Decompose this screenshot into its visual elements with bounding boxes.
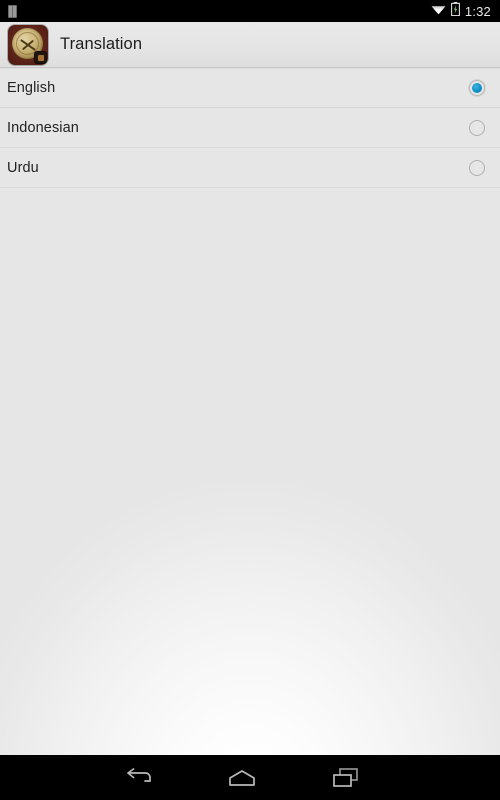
list-item-english[interactable]: English: [0, 68, 500, 108]
list-item-label: English: [7, 80, 56, 96]
home-icon: [227, 768, 257, 788]
wifi-icon: [431, 2, 446, 20]
action-bar: Translation: [0, 22, 500, 68]
navigation-bar: [0, 755, 500, 800]
battery-charging-icon: [450, 1, 460, 21]
phone-screen: 1:32 Translation English Indonesian Urdu: [0, 0, 500, 800]
app-logo-badge-icon: [34, 50, 47, 64]
page-title: Translation: [60, 35, 143, 53]
list-item-urdu[interactable]: Urdu: [0, 148, 500, 188]
status-bar: 1:32: [0, 0, 500, 22]
nav-spacer-left: [0, 755, 86, 800]
recents-button[interactable]: [294, 755, 398, 800]
home-button[interactable]: [190, 755, 294, 800]
status-bar-system-icons: 1:32: [431, 1, 500, 21]
back-button[interactable]: [86, 755, 190, 800]
list-item-label: Indonesian: [7, 119, 79, 136]
radio-unchecked-icon[interactable]: [469, 159, 485, 176]
list-item-indonesian[interactable]: Indonesian: [0, 108, 500, 148]
main-content: English Indonesian Urdu: [0, 68, 500, 755]
sim-card-icon: [8, 4, 17, 18]
translation-options-list: English Indonesian Urdu: [0, 68, 500, 188]
recent-apps-icon: [332, 767, 360, 789]
back-arrow-icon: [124, 767, 152, 788]
radio-checked-icon[interactable]: [469, 80, 485, 96]
app-logo-icon[interactable]: [8, 24, 48, 65]
nav-spacer-right: [398, 755, 500, 800]
status-bar-clock: 1:32: [464, 3, 491, 19]
list-item-label: Urdu: [7, 159, 39, 176]
status-bar-notifications: [0, 4, 431, 18]
radio-unchecked-icon[interactable]: [469, 119, 485, 136]
